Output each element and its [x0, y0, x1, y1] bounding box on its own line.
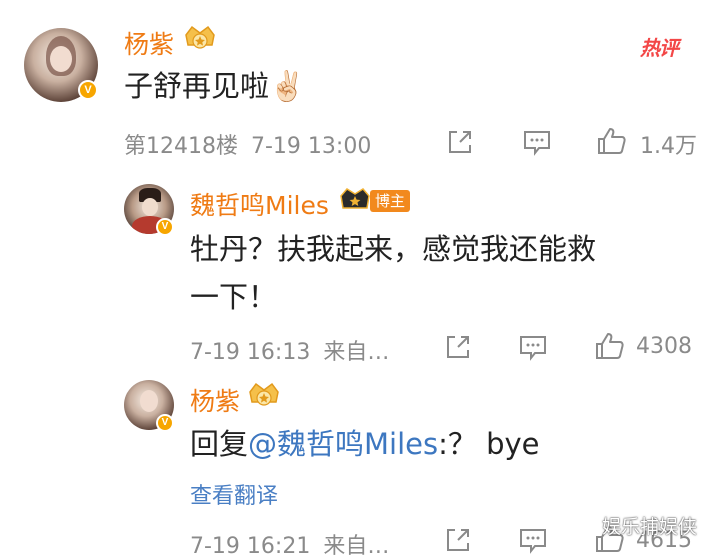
comment-time: 7-19 13:00: [251, 134, 372, 159]
mention-link[interactable]: @魏哲鸣Miles: [248, 427, 438, 461]
comment-icon[interactable]: [518, 526, 548, 558]
reply-like-count: 4308: [636, 334, 692, 359]
reply-time-source: 7-19 16:21 来自…: [190, 528, 389, 560]
comment-icon[interactable]: [522, 128, 552, 160]
share-icon[interactable]: [446, 128, 474, 160]
reply-time: 7-19 16:21: [190, 534, 311, 559]
share-icon[interactable]: [444, 333, 472, 365]
like-icon[interactable]: [596, 126, 628, 160]
crown-icon: [182, 23, 218, 59]
comment-floor-time: 第12418楼 7-19 13:00: [124, 128, 371, 160]
reply-time-source: 7-19 16:13 来自…: [190, 334, 389, 366]
reply-text-line: 牡丹？扶我起来，感觉我还能救: [190, 232, 597, 266]
reply-text-line: 一下！: [190, 280, 278, 314]
reply-source: 来自…: [323, 534, 390, 559]
reply-text: 牡丹？扶我起来，感觉我还能救 一下！: [190, 225, 690, 321]
comment-author[interactable]: 杨紫: [124, 25, 174, 61]
reply-suffix: :？ bye: [438, 427, 540, 461]
verified-badge-icon: V: [156, 218, 174, 236]
comment-floor: 第12418楼: [124, 134, 238, 159]
reply-source: 来自…: [323, 340, 390, 365]
share-icon[interactable]: [444, 526, 472, 558]
comment-like-count: 1.4万: [640, 134, 697, 159]
verified-badge-icon: V: [156, 414, 174, 432]
translate-link[interactable]: 查看翻译: [190, 478, 278, 510]
comment-text: 子舒再见啦✌🏻: [124, 69, 306, 103]
verified-badge-icon: V: [78, 80, 98, 100]
reply-prefix: 回复: [190, 427, 249, 461]
reply-author[interactable]: 杨紫: [190, 382, 240, 418]
crown-icon: [338, 186, 372, 218]
author-tag-badge: 博主: [370, 190, 411, 212]
like-icon[interactable]: [594, 331, 626, 365]
hot-comment-badge: 热评: [640, 36, 679, 60]
reply-author[interactable]: 魏哲鸣Miles: [190, 186, 329, 222]
reply-time: 7-19 16:13: [190, 340, 311, 365]
comment-icon[interactable]: [518, 333, 548, 365]
watermark: 娱乐捕娱侠: [602, 516, 698, 538]
crown-icon: [246, 380, 282, 416]
reply-text: 回复@魏哲鸣Miles:？ bye: [190, 420, 540, 468]
